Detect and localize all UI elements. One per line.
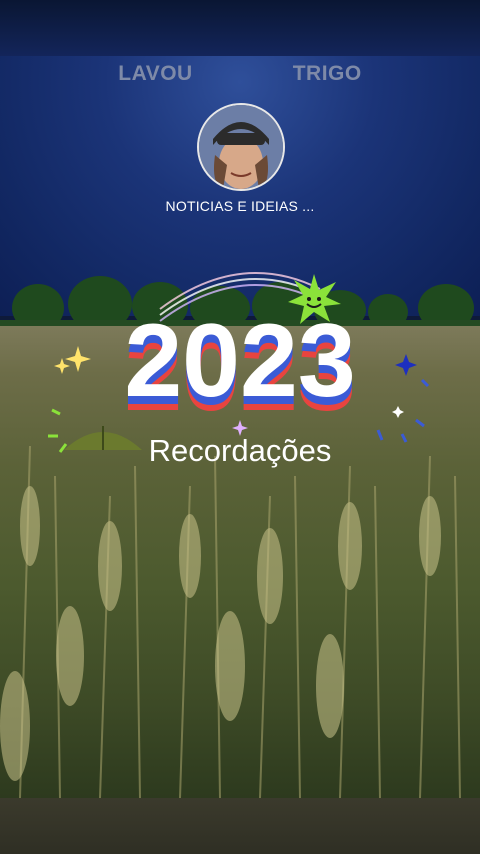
top-bar (0, 0, 480, 56)
title-left: LAVOU (118, 62, 193, 85)
year-text: 2023 (124, 312, 355, 419)
video-title: LAVOU TRIGO (0, 62, 480, 86)
recap-label: Recordações (148, 433, 332, 468)
channel-name[interactable]: NOTICIAS E IDEIAS ... (0, 198, 480, 214)
avatar-photo (199, 105, 283, 189)
bottom-bar (0, 798, 480, 854)
channel-avatar[interactable] (197, 103, 285, 191)
title-right: TRIGO (292, 62, 362, 85)
year-graphic: 2023 2023 2023 (124, 312, 355, 422)
